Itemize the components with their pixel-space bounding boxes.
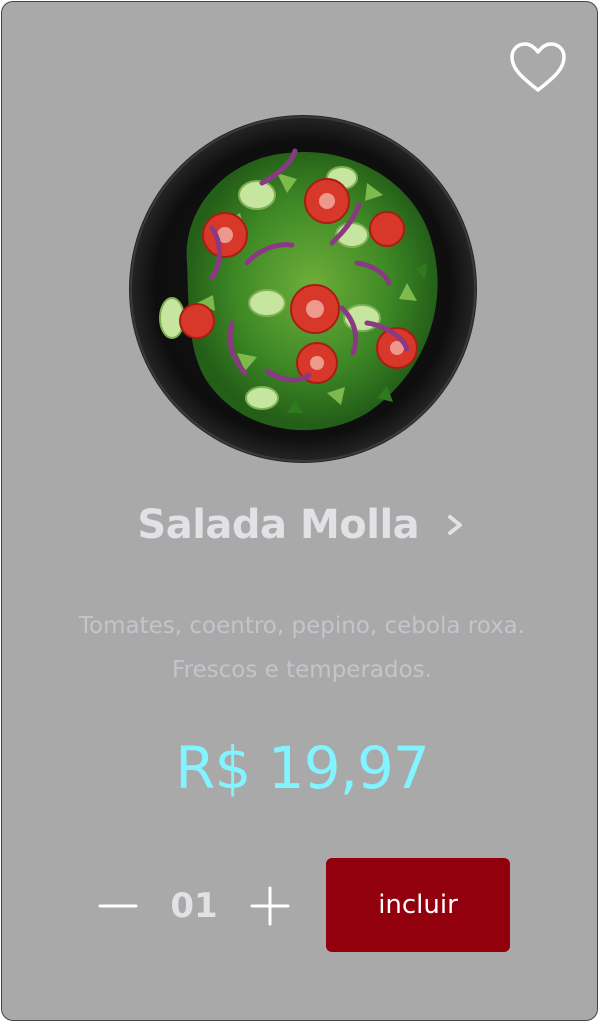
plus-icon (250, 886, 290, 926)
chevron-right-icon (447, 515, 462, 535)
increase-quantity-button[interactable] (246, 882, 294, 930)
favorite-button[interactable] (508, 40, 568, 94)
dish-description: Tomates, coentro, pepino, cebola roxa. F… (78, 613, 526, 683)
dish-title-link[interactable]: Salada Molla (2, 502, 599, 562)
add-to-order-button[interactable]: incluir (326, 858, 510, 952)
dish-price: R$ 19,97 (175, 734, 430, 802)
heart-icon (510, 42, 566, 92)
decrease-quantity-button[interactable] (94, 882, 142, 930)
quantity-value: 01 (170, 886, 218, 926)
dish-title: Salada Molla (137, 502, 420, 548)
quantity-stepper: 01 (94, 874, 294, 938)
dish-card: Salada Molla Tomates, coentro, pepino, c… (1, 1, 598, 1021)
dish-image (129, 115, 477, 463)
minus-icon (98, 904, 138, 908)
